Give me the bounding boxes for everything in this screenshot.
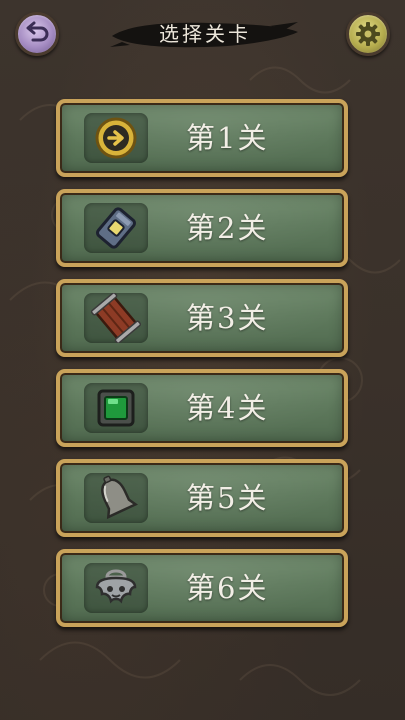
level-icon-frame: [84, 293, 148, 343]
level-button-4[interactable]: 第4关: [56, 369, 348, 447]
level-icon-frame: [84, 383, 148, 433]
wooden-crate-icon: [91, 293, 141, 343]
level-icon-frame: [84, 113, 148, 163]
level-button-5[interactable]: 第5关: [56, 459, 348, 537]
level-icon-frame: [84, 203, 148, 253]
level-icon-frame: [84, 473, 148, 523]
gear-icon: [356, 22, 380, 46]
level-list: 第1关 第2关 第3关 第4关 第5关 第6关: [56, 99, 348, 639]
settings-button[interactable]: [346, 12, 390, 56]
level-label: 第2关: [186, 211, 269, 245]
back-button[interactable]: [15, 12, 59, 56]
level-button-2[interactable]: 第2关: [56, 189, 348, 267]
level-button-1[interactable]: 第1关: [56, 99, 348, 177]
level-button-3[interactable]: 第3关: [56, 279, 348, 357]
lock-tag-icon: [96, 207, 136, 249]
top-bar: 选择关卡: [0, 0, 405, 70]
silver-amulet-icon: [95, 569, 137, 604]
level-label: 第4关: [186, 391, 269, 425]
bell-icon: [101, 475, 138, 520]
level-label: 第1关: [186, 121, 269, 155]
title-banner: 选择关卡: [110, 16, 300, 52]
gold-coin-arrow-icon: [95, 117, 137, 159]
green-gem-icon: [97, 389, 135, 427]
back-arrow-icon: [26, 21, 49, 42]
level-label: 第3关: [186, 301, 269, 335]
level-label: 第5关: [186, 481, 269, 515]
level-icon-frame: [84, 563, 148, 613]
page-title: 选择关卡: [159, 22, 251, 46]
level-label: 第6关: [186, 571, 269, 605]
level-button-6[interactable]: 第6关: [56, 549, 348, 627]
